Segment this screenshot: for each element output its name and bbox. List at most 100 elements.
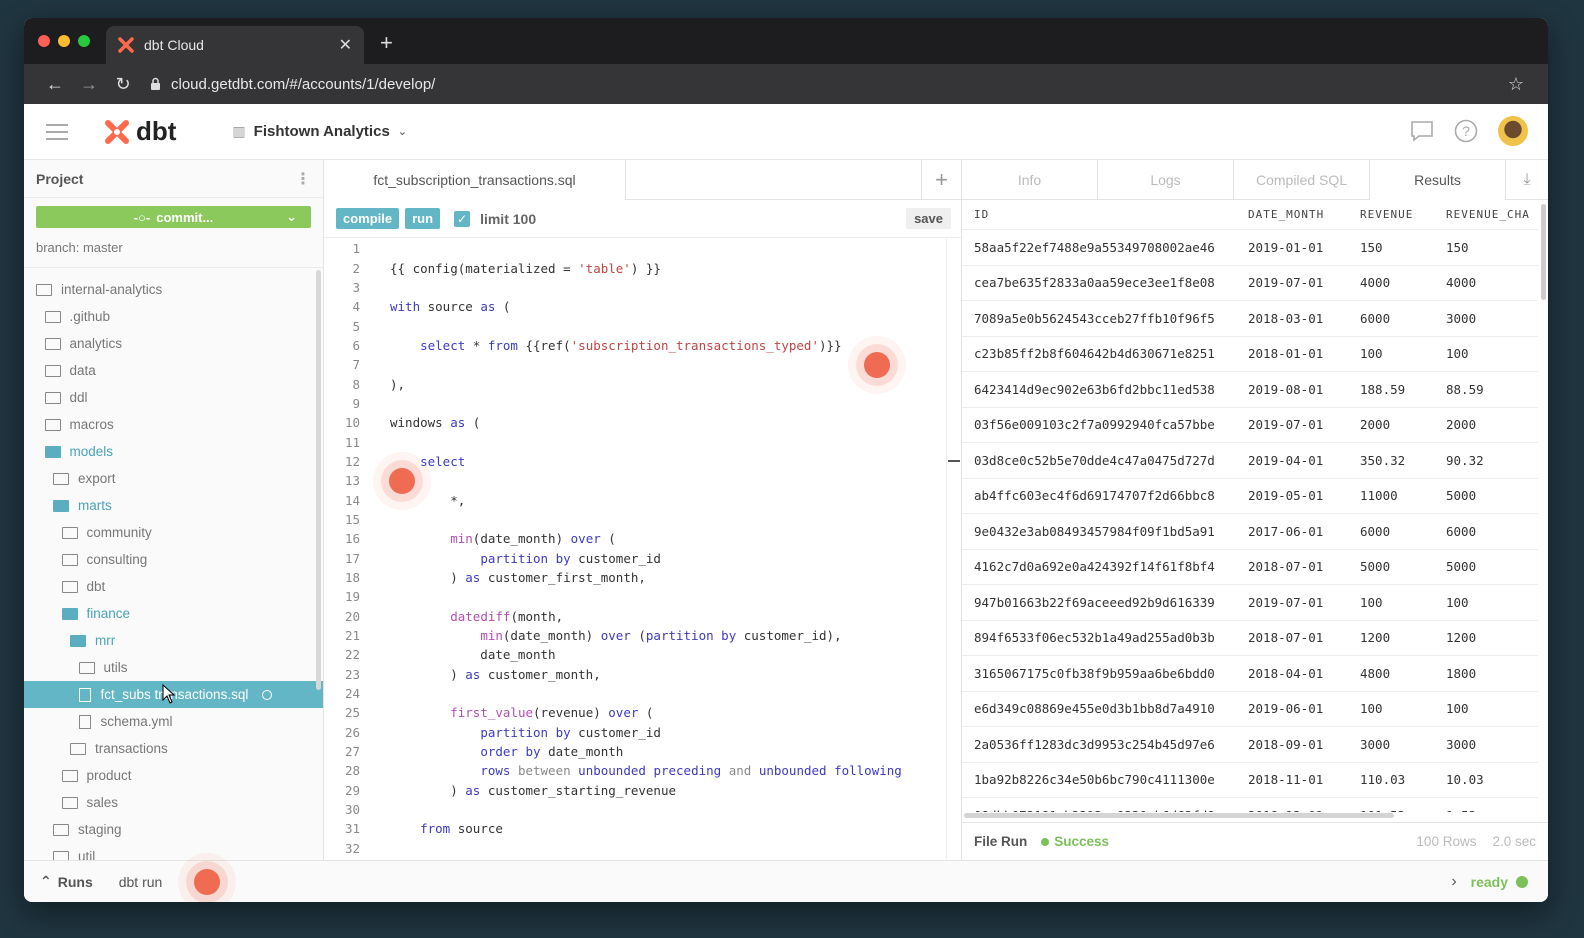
table-row[interactable]: c23b85ff2b8f604642b4d630671e8251 2018-01-… (962, 337, 1538, 372)
chevron-right-icon[interactable]: › (1451, 873, 1456, 891)
sidebar-scrollbar[interactable] (316, 270, 321, 690)
code-line[interactable]: 31 from source (324, 819, 948, 838)
browser-tab[interactable]: dbt Cloud ✕ (106, 26, 364, 64)
back-icon[interactable]: ← (38, 74, 72, 95)
code-line[interactable]: 11 (324, 432, 948, 451)
code-line[interactable]: 23 ) as customer_month, (324, 665, 948, 684)
column-header[interactable]: DATE_MONTH (1248, 208, 1360, 221)
user-avatar[interactable] (1498, 116, 1528, 146)
tree-item[interactable]: macros (24, 411, 323, 438)
code-line[interactable]: 6 select * from {{ref('subscription_tran… (324, 336, 948, 355)
tree-item[interactable]: utils (24, 654, 323, 681)
code-line[interactable]: 20 datediff(month, (324, 607, 948, 626)
code-line[interactable]: 29 ) as customer_starting_revenue (324, 781, 948, 800)
tab-compiled-sql[interactable]: Compiled SQL (1234, 160, 1370, 200)
code-line[interactable]: 26 partition by customer_id (324, 723, 948, 742)
code-area[interactable]: 1 2{{ config(materialized = 'table') }} 3 4… (324, 239, 948, 858)
tree-item[interactable]: consulting (24, 546, 323, 573)
tree-item[interactable]: finance (24, 600, 323, 627)
code-line[interactable]: 17 partition by customer_id (324, 549, 948, 568)
compile-button[interactable]: compile (336, 208, 400, 229)
column-header[interactable]: ID (962, 208, 1248, 221)
code-line[interactable]: 21 min(date_month) over (partition by cu… (324, 626, 948, 645)
code-line[interactable]: 27 order by date_month (324, 742, 948, 761)
table-row[interactable]: 894f6533f06ec532b1a49ad255ad0b3b 2018-07-… (962, 621, 1538, 656)
maximize-window-button[interactable] (78, 35, 90, 47)
close-window-button[interactable] (38, 35, 50, 47)
code-line[interactable]: 7 (324, 355, 948, 374)
table-row[interactable]: 08dbb073181cb2313ca9220cb6d63fd82018-12-… (962, 798, 1538, 812)
new-tab-icon[interactable]: + (380, 30, 393, 56)
table-row[interactable]: 03f56e009103c2f7a0992940fca57bbe 2019-07-… (962, 408, 1538, 443)
code-line[interactable]: 30 (324, 800, 948, 819)
tree-item[interactable]: sales (24, 789, 323, 816)
table-row[interactable]: 7089a5e0b5624543cceb27ffb10f96f5 2018-03-… (962, 301, 1538, 337)
tree-item[interactable]: analytics (24, 330, 323, 357)
close-tab-icon[interactable]: ✕ (339, 35, 352, 55)
limit-checkbox[interactable]: ✓ (454, 210, 471, 227)
forward-icon[interactable]: → (72, 74, 106, 95)
table-row[interactable]: 03d8ce0c52b5e70dde4c47a0475d727d 2019-04-… (962, 443, 1538, 479)
column-header[interactable]: REVENUE_CHA (1446, 208, 1538, 221)
code-line[interactable]: 25 first_value(revenue) over ( (324, 703, 948, 722)
reload-icon[interactable]: ↻ (106, 74, 140, 95)
tree-item[interactable]: export (24, 465, 323, 492)
tab-info[interactable]: Info (962, 160, 1098, 200)
table-row[interactable]: 947b01663b22f69aceeed92b9d616339 2019-07-… (962, 585, 1538, 621)
tab-results[interactable]: Results (1370, 160, 1506, 200)
table-row[interactable]: ab4ffc603ec4f6d69174707f2d66bbc8 2019-05-… (962, 479, 1538, 514)
code-line[interactable]: 32 (324, 839, 948, 858)
command-input[interactable]: dbt run (119, 874, 163, 890)
org-selector[interactable]: ▥ Fishtown Analytics ⌄ (232, 123, 407, 140)
tree-item[interactable]: .github (24, 303, 323, 330)
dbt-logo[interactable]: dbt (104, 116, 176, 147)
code-line[interactable]: 10 windows as ( (324, 413, 948, 432)
table-row[interactable]: 4162c7d0a692e0a424392f14f61f8bf4 2018-07-… (962, 550, 1538, 585)
new-file-tab-icon[interactable]: + (921, 160, 961, 200)
tree-item[interactable]: schema.yml (24, 708, 323, 735)
table-row[interactable]: e6d349c08869e455e0d3b1bb8d7a4910 2019-06-… (962, 692, 1538, 727)
code-line[interactable]: 18 ) as customer_first_month, (324, 568, 948, 587)
tree-item[interactable]: internal-analytics (24, 276, 323, 303)
tree-item[interactable]: dbt (24, 573, 323, 600)
code-line[interactable]: 8), (324, 374, 948, 393)
column-header[interactable]: REVENUE (1360, 208, 1446, 221)
tree-item[interactable]: staging (24, 816, 323, 843)
code-line[interactable]: 1 (324, 239, 948, 258)
code-line[interactable]: 14 *, (324, 490, 948, 509)
tree-item[interactable]: mrr (24, 627, 323, 654)
code-line[interactable]: 9 (324, 394, 948, 413)
code-line[interactable]: 13 (324, 471, 948, 490)
code-line[interactable]: 19 (324, 587, 948, 606)
code-line[interactable]: 28 rows between unbounded preceding and … (324, 761, 948, 780)
code-line[interactable]: 5 (324, 316, 948, 335)
table-row[interactable]: 6423414d9ec902e63b6fd2bbc11ed538 2019-08-… (962, 372, 1538, 408)
url-field[interactable]: cloud.getdbt.com/#/accounts/1/develop/ (150, 76, 1508, 93)
table-row[interactable]: 58aa5f22ef7488e9a55349708002ae46 2019-01-… (962, 230, 1538, 266)
tree-item[interactable]: ddl (24, 384, 323, 411)
download-icon[interactable]: ⤓ (1506, 160, 1548, 199)
bookmark-star-icon[interactable]: ☆ (1508, 74, 1524, 95)
chat-icon[interactable] (1410, 120, 1434, 142)
code-line[interactable]: 15 (324, 510, 948, 529)
tree-item[interactable]: data (24, 357, 323, 384)
code-line[interactable]: 3 (324, 278, 948, 297)
tree-item[interactable]: models (24, 438, 323, 465)
runs-toggle[interactable]: ⌃ Runs (40, 873, 93, 890)
save-button[interactable]: save (906, 208, 951, 229)
results-vertical-scrollbar[interactable] (1541, 204, 1546, 300)
table-row[interactable]: 9e0432e3ab08493457984f09f1bd5a91 2017-06-… (962, 514, 1538, 550)
code-line[interactable]: 24 (324, 684, 948, 703)
help-icon[interactable]: ? (1454, 119, 1478, 143)
editor-tab-file[interactable]: fct_subscription_transactions.sql (324, 160, 626, 200)
results-horizontal-scrollbar[interactable] (964, 813, 1394, 818)
table-row[interactable]: 1ba92b8226c34e50b6bc790c4111300e 2018-11-… (962, 763, 1538, 798)
table-row[interactable]: cea7be635f2833a0aa59ece3ee1f8e08 2019-07-… (962, 266, 1538, 301)
commit-button[interactable]: -○- commit... ⌄ (36, 206, 311, 228)
tree-item[interactable]: product (24, 762, 323, 789)
code-line[interactable]: 2 {{ config(materialized = 'table') }} (324, 258, 948, 277)
code-line[interactable]: 12 select (324, 452, 948, 471)
table-row[interactable]: 3165067175c0fb38f9b959aa6be6bdd0 2018-04-… (962, 656, 1538, 692)
code-line[interactable]: 22 date_month (324, 645, 948, 664)
tree-item[interactable]: marts (24, 492, 323, 519)
